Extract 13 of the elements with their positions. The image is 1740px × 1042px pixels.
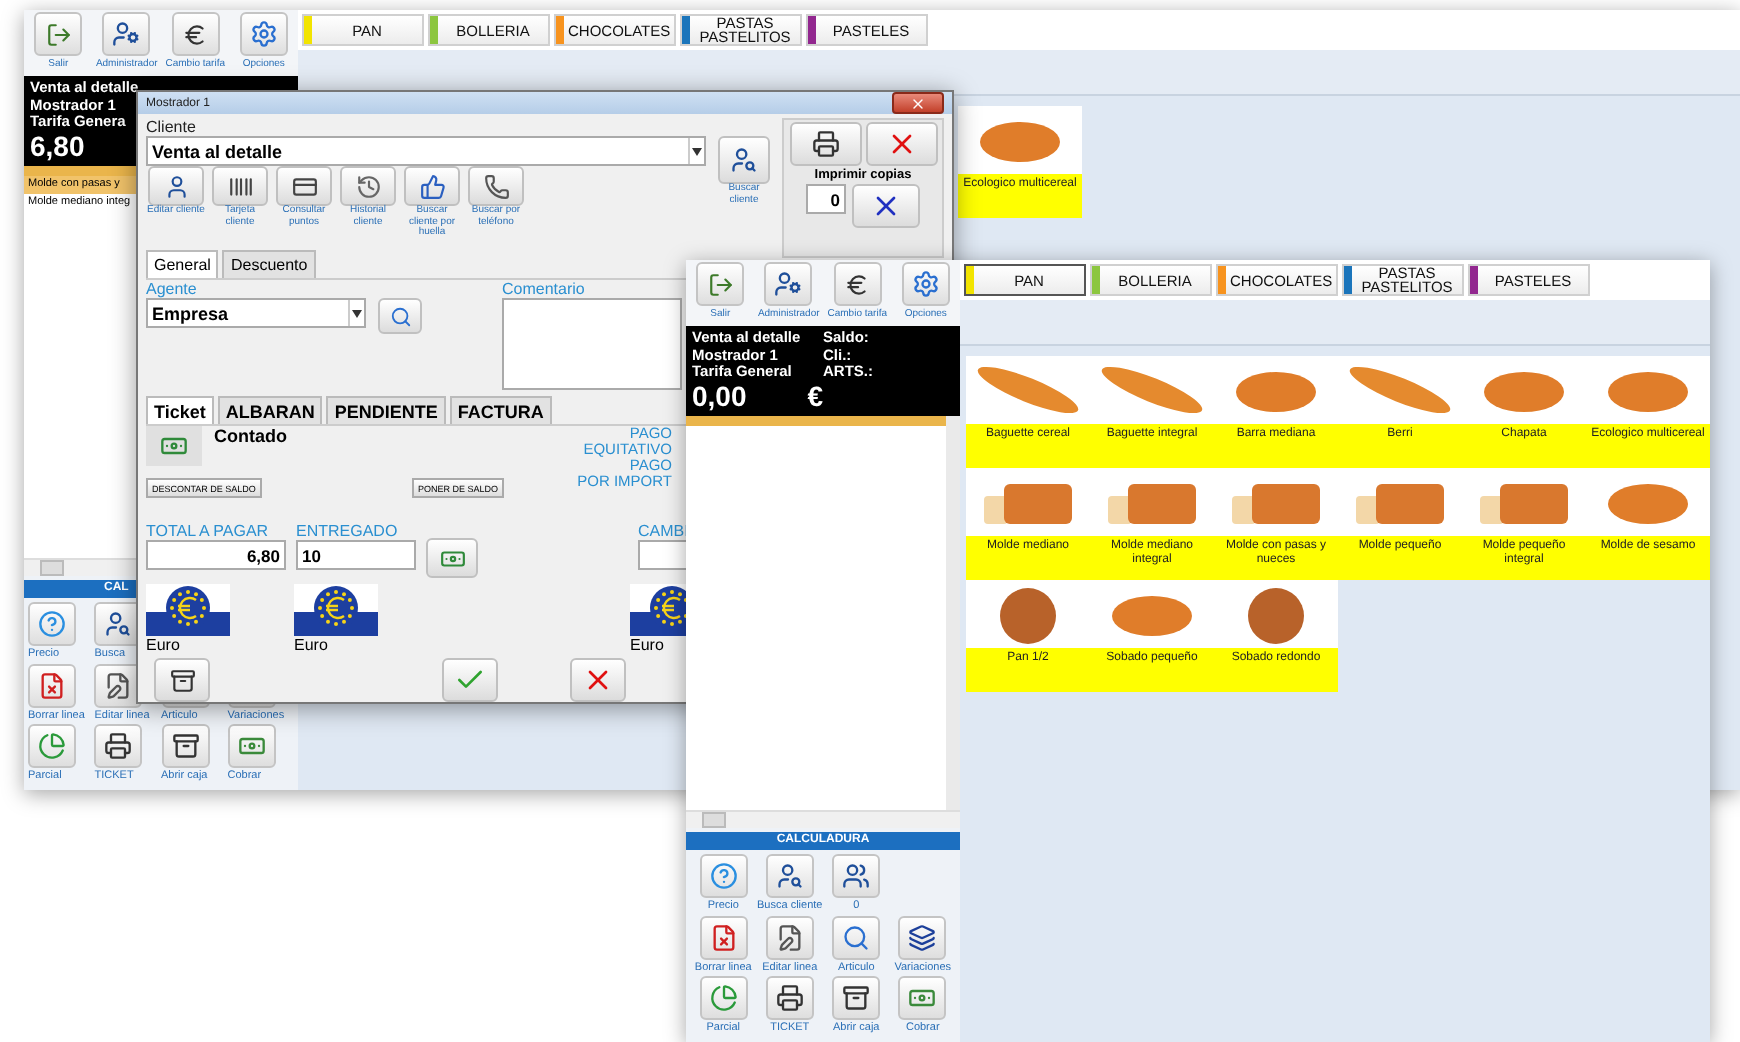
currency-label: Euro [294,636,330,654]
field-label: TOTAL A PAGAR [146,522,271,540]
total-amount: 6,80 [30,131,85,161]
currency-label: Euro [630,636,666,654]
currency-label: Euro [146,636,182,654]
total-field: 6,80 [146,540,286,570]
field-label: ENTREGADO [296,522,400,540]
currency-symbol: € [807,381,823,411]
payment-method: Contado [214,426,287,446]
field-label: Comentario [502,280,587,298]
total-amount: 0,00 [692,381,747,411]
field-label: Agente [146,280,199,298]
field-label: Cliente [146,118,198,136]
